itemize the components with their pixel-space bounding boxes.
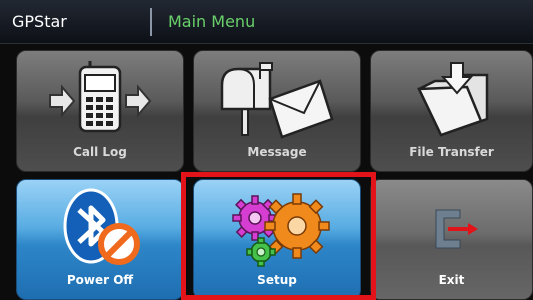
exit-button[interactable]: Exit: [370, 179, 533, 300]
message-button[interactable]: Message: [193, 50, 361, 172]
exit-door-icon: [435, 209, 478, 249]
bluetooth-off-icon: [63, 188, 140, 265]
title-bar: GPStar Main Menu: [0, 0, 533, 44]
power-off-button[interactable]: Power Off: [16, 179, 184, 300]
file-transfer-button[interactable]: File Transfer: [370, 50, 533, 172]
call-log-label: Call Log: [73, 145, 127, 159]
folder-download-icon: [416, 62, 488, 137]
message-label: Message: [247, 145, 307, 159]
call-log-button[interactable]: Call Log: [16, 50, 184, 172]
power-off-label: Power Off: [66, 273, 134, 287]
gears-icon: [232, 193, 330, 267]
screen: GPStar Main Menu Call Log Message File T…: [0, 0, 533, 300]
setup-label: Setup: [257, 273, 297, 287]
file-transfer-label: File Transfer: [409, 145, 494, 159]
page-title: Main Menu: [168, 12, 256, 31]
setup-button[interactable]: Setup: [193, 179, 361, 300]
phone-transfer-icon: [49, 61, 152, 133]
app-name: GPStar: [12, 12, 67, 31]
mailbox-envelope-icon: [220, 62, 334, 139]
title-divider: [150, 8, 152, 36]
exit-label: Exit: [438, 273, 465, 287]
